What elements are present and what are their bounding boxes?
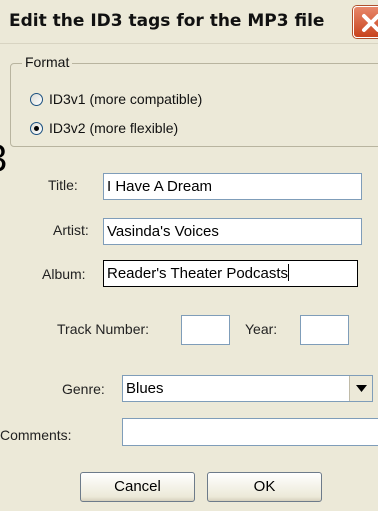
comments-label: Comments: <box>0 427 72 443</box>
album-label: Album: <box>42 266 86 282</box>
album-field-value: Reader's Theater Podcasts <box>107 265 289 282</box>
track-number-label: Track Number: <box>57 321 150 337</box>
text-caret <box>288 264 290 281</box>
radio-id3v2-label: ID3v2 (more flexible) <box>49 120 179 136</box>
close-icon <box>362 14 378 32</box>
artist-field[interactable]: Vasinda's Voices <box>103 218 362 245</box>
window-title: Edit the ID3 tags for the MP3 file <box>9 11 325 31</box>
id3-tag-dialog: Edit the ID3 tags for the MP3 file 3 For… <box>0 0 378 511</box>
album-field[interactable]: Reader's Theater Podcasts <box>103 260 358 287</box>
title-label: Title: <box>48 177 78 193</box>
genre-value: Blues <box>126 380 164 397</box>
radio-id3v2-control[interactable] <box>30 121 43 135</box>
track-number-field[interactable] <box>181 315 230 345</box>
chevron-down-icon <box>356 385 367 392</box>
radio-id3v2[interactable]: ID3v2 (more flexible) <box>30 118 178 138</box>
format-legend: Format <box>22 54 73 70</box>
artist-label: Artist: <box>53 222 89 238</box>
close-button[interactable] <box>353 6 378 38</box>
genre-select[interactable]: Blues <box>122 375 373 402</box>
title-field[interactable]: I Have A Dream <box>103 173 362 200</box>
title-bar: Edit the ID3 tags for the MP3 file <box>0 0 378 44</box>
comments-field[interactable] <box>122 418 378 446</box>
genre-label: Genre: <box>62 381 105 397</box>
year-label: Year: <box>245 321 278 337</box>
dropdown-button[interactable] <box>349 376 372 401</box>
radio-id3v1[interactable]: ID3v1 (more compatible) <box>30 89 202 109</box>
radio-id3v1-label: ID3v1 (more compatible) <box>49 91 203 107</box>
cancel-button[interactable]: Cancel <box>80 472 195 502</box>
year-field[interactable] <box>300 315 349 345</box>
side-text: 3 <box>0 138 7 181</box>
radio-id3v1-control[interactable] <box>30 92 43 106</box>
ok-button[interactable]: OK <box>207 472 322 502</box>
